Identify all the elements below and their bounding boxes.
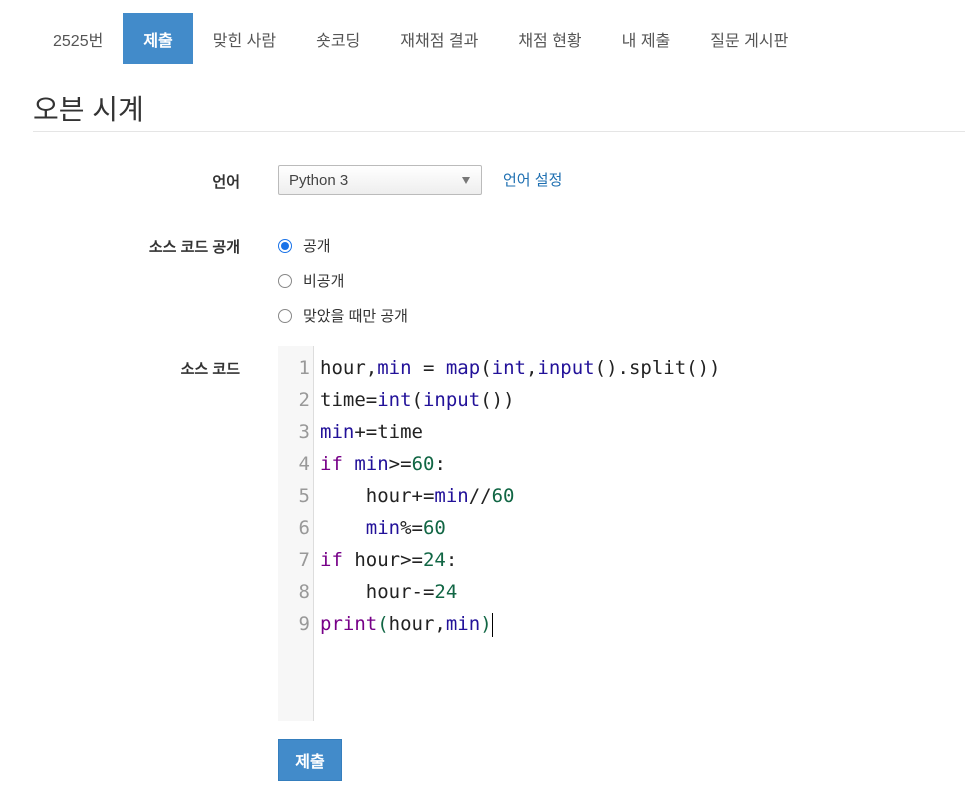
code-line: 5 hour+=min//60 — [278, 480, 720, 512]
chevron-down-icon — [462, 177, 470, 184]
language-label: 언어 — [212, 174, 240, 191]
line-number: 3 — [298, 421, 310, 443]
code-line: 8 hour-=24 — [278, 576, 720, 608]
tab-solved-users[interactable]: 맞힌 사람 — [193, 13, 296, 64]
visibility-option-private[interactable]: 비공개 — [278, 270, 344, 291]
radio-button[interactable] — [278, 308, 292, 323]
radio-button[interactable] — [278, 238, 292, 253]
language-select[interactable]: Python 3 — [278, 165, 482, 195]
tab-status[interactable]: 채점 현황 — [498, 13, 601, 64]
line-number: 6 — [298, 517, 310, 539]
code-line: 9 print(hour,min) — [278, 608, 720, 640]
tab-rejudge-results[interactable]: 재채점 결과 — [380, 13, 498, 64]
tab-board[interactable]: 질문 게시판 — [690, 13, 808, 64]
visibility-option-public[interactable]: 공개 — [278, 235, 331, 256]
visibility-option-public-when-correct[interactable]: 맞았을 때만 공개 — [278, 305, 408, 326]
line-number: 9 — [298, 613, 310, 635]
radio-label: 맞았을 때만 공개 — [303, 308, 408, 325]
tab-my-submissions[interactable]: 내 제출 — [602, 13, 691, 64]
code-line: 6 min%=60 — [278, 512, 720, 544]
tab-problem[interactable]: 2525번 — [33, 13, 123, 64]
text-cursor — [491, 612, 493, 637]
code-content: 1 hour,min = map(int,input().split()) 2 ti… — [278, 352, 720, 640]
code-line: 2 time=int(input()) — [278, 384, 720, 416]
language-select-value: Python 3 — [289, 171, 349, 189]
line-number: 5 — [298, 485, 310, 507]
code-line: 7 if hour>=24: — [278, 544, 720, 576]
line-number: 4 — [298, 453, 310, 475]
code-line: 4 if min>=60: — [278, 448, 720, 480]
language-settings-link[interactable]: 언어 설정 — [503, 169, 562, 190]
code-editor[interactable]: 1 hour,min = map(int,input().split()) 2 ti… — [278, 346, 965, 721]
line-number: 2 — [298, 389, 310, 411]
page-title: 오븐 시계 — [33, 94, 144, 125]
radio-label: 비공개 — [303, 273, 345, 290]
tab-short-coding[interactable]: 숏코딩 — [296, 13, 380, 64]
code-line: 1 hour,min = map(int,input().split()) — [278, 352, 721, 384]
title-divider — [33, 131, 965, 132]
radio-button[interactable] — [278, 273, 292, 288]
source-code-label: 소스 코드 — [180, 361, 240, 378]
visibility-label: 소스 코드 공개 — [148, 239, 240, 256]
problem-tabs: 2525번 제출 맞힌 사람 숏코딩 재채점 결과 채점 현황 내 제출 질문 … — [33, 13, 808, 64]
line-number: 1 — [298, 357, 310, 379]
line-number: 8 — [298, 581, 310, 603]
line-number: 7 — [298, 549, 310, 571]
tab-submit[interactable]: 제출 — [123, 13, 193, 64]
submit-button[interactable]: 제출 — [278, 739, 342, 781]
code-line: 3 min+=time — [278, 416, 720, 448]
radio-label: 공개 — [303, 238, 331, 255]
